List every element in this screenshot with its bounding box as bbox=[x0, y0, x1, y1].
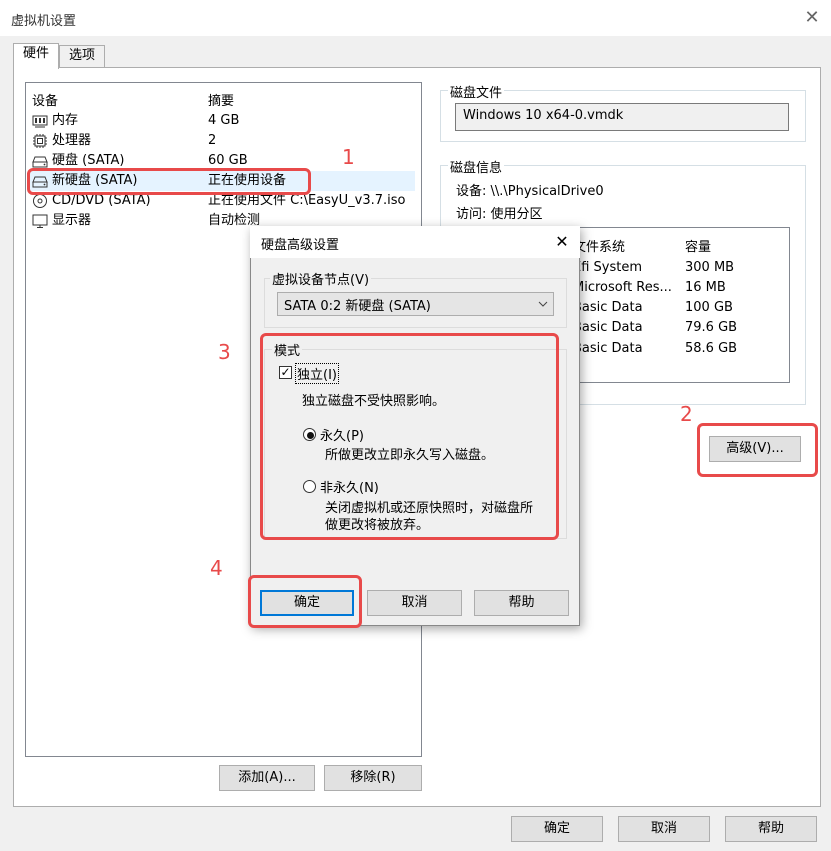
device-summary: 4 GB bbox=[208, 113, 240, 128]
node-label: 虚拟设备节点(V) bbox=[270, 269, 372, 288]
monitor-icon bbox=[32, 214, 48, 228]
annotation-box-4 bbox=[248, 575, 362, 628]
column-header-device[interactable]: 设备 bbox=[32, 90, 58, 109]
tab-options[interactable]: 选项 bbox=[59, 45, 105, 67]
remove-device-button[interactable]: 移除(R) bbox=[324, 765, 422, 791]
cpu-icon bbox=[33, 134, 47, 148]
dialog-title: 硬盘高级设置 bbox=[261, 238, 340, 253]
disk-icon bbox=[32, 156, 48, 168]
partition-fs: Basic Data bbox=[573, 300, 643, 315]
annotation-box-1 bbox=[27, 168, 311, 195]
partition-cap: 79.6 GB bbox=[685, 320, 738, 335]
column-header-summary[interactable]: 摘要 bbox=[208, 90, 234, 109]
column-header-filesystem[interactable]: 文件系统 bbox=[573, 236, 625, 255]
disk-device-line: 设备: \\.\PhysicalDrive0 bbox=[456, 184, 604, 199]
device-name: 内存 bbox=[52, 113, 79, 128]
window-title: 虚拟机设置 bbox=[11, 14, 77, 29]
window-titlebar bbox=[0, 0, 831, 36]
memory-icon bbox=[32, 115, 48, 128]
node-select[interactable]: SATA 0:2 新硬盘 (SATA) bbox=[277, 292, 554, 316]
annotation-box-2 bbox=[697, 423, 818, 477]
chevron-down-icon bbox=[538, 301, 548, 307]
annotation-number-2: 2 bbox=[680, 402, 693, 426]
help-button[interactable]: 帮助 bbox=[725, 816, 817, 842]
partition-cap: 300 MB bbox=[685, 260, 735, 275]
dialog-cancel-button[interactable]: 取消 bbox=[367, 590, 462, 616]
annotation-number-4: 4 bbox=[210, 556, 223, 580]
cd-icon bbox=[33, 194, 47, 208]
column-header-capacity[interactable]: 容量 bbox=[685, 236, 711, 255]
dialog-close-button[interactable]: ✕ bbox=[550, 230, 574, 254]
disk-file-field[interactable]: Windows 10 x64-0.vmdk bbox=[455, 103, 789, 131]
device-row-memory[interactable]: 内存 4 GB bbox=[30, 111, 415, 131]
cancel-button[interactable]: 取消 bbox=[618, 816, 710, 842]
partition-fs: Efi System bbox=[573, 260, 643, 275]
device-name: 显示器 bbox=[52, 213, 92, 228]
device-row-processor[interactable]: 处理器 2 bbox=[30, 131, 415, 151]
partition-fs: Basic Data bbox=[573, 320, 643, 335]
disk-info-label: 磁盘信息 bbox=[448, 157, 505, 176]
partition-fs: Microsoft Res... bbox=[573, 280, 672, 295]
partition-fs: Basic Data bbox=[573, 341, 643, 356]
add-device-button[interactable]: 添加(A)... bbox=[219, 765, 315, 791]
device-summary: 2 bbox=[208, 133, 217, 148]
ok-button[interactable]: 确定 bbox=[511, 816, 603, 842]
partition-cap: 100 GB bbox=[685, 300, 733, 315]
device-name: 处理器 bbox=[52, 133, 92, 148]
disk-access-line: 访问: 使用分区 bbox=[456, 207, 543, 222]
annotation-number-1: 1 bbox=[342, 145, 355, 169]
window-close-button[interactable]: ✕ bbox=[800, 6, 824, 30]
dialog-help-button[interactable]: 帮助 bbox=[474, 590, 569, 616]
disk-file-label: 磁盘文件 bbox=[448, 82, 505, 101]
partition-cap: 16 MB bbox=[685, 280, 726, 295]
node-select-value: SATA 0:2 新硬盘 (SATA) bbox=[284, 299, 431, 314]
annotation-number-3: 3 bbox=[218, 340, 231, 364]
partition-cap: 58.6 GB bbox=[685, 341, 738, 356]
annotation-box-3 bbox=[260, 333, 559, 540]
tab-hardware[interactable]: 硬件 bbox=[13, 43, 59, 69]
